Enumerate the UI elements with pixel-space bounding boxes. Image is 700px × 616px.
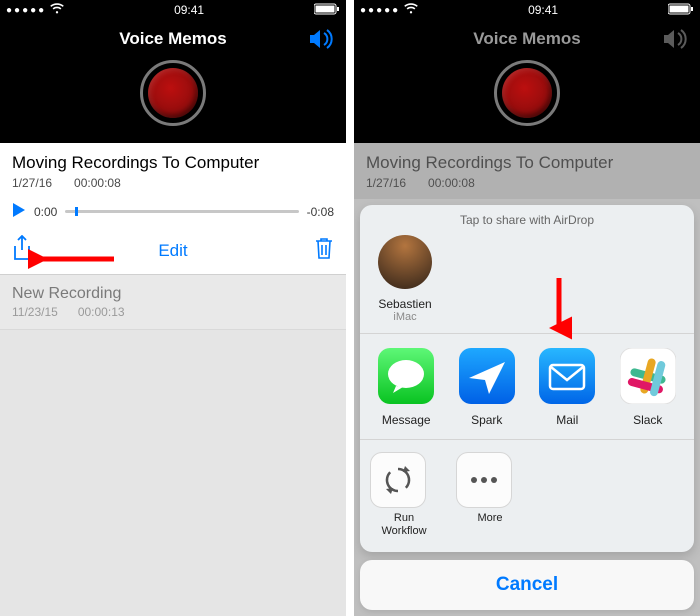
share-sheet: Tap to share with AirDrop Sebastien iMac xyxy=(360,205,694,610)
list-item-duration: 00:00:13 xyxy=(78,305,125,319)
share-app-mail[interactable]: Mail xyxy=(531,348,603,427)
mail-icon xyxy=(539,348,595,404)
contact-device: iMac xyxy=(372,311,438,323)
signal-dots-icon: ●●●●● xyxy=(6,5,46,16)
annotation-arrow-icon xyxy=(546,276,572,340)
action-run-workflow[interactable]: Run Workflow xyxy=(370,452,438,538)
app-header: Voice Memos xyxy=(354,20,700,58)
record-area xyxy=(354,58,700,143)
share-app-label: Slack xyxy=(612,413,684,427)
list-item[interactable]: New Recording 11/23/15 00:00:13 xyxy=(0,275,346,330)
contact-name: Sebastien xyxy=(372,297,438,311)
share-app-spark[interactable]: Spark xyxy=(451,348,523,427)
remaining-time-label: -0:08 xyxy=(307,205,334,219)
record-icon xyxy=(148,68,198,118)
share-app-label: Spark xyxy=(451,413,523,427)
battery-icon xyxy=(668,3,694,18)
signal-dots-icon: ●●●●● xyxy=(360,5,400,16)
airdrop-row: Sebastien iMac xyxy=(360,233,694,334)
wifi-icon xyxy=(404,3,418,17)
list-item-title: New Recording xyxy=(12,285,334,303)
status-bar: ●●●●● 09:41 xyxy=(0,0,346,20)
battery-icon xyxy=(314,3,340,18)
share-app-slack[interactable]: Slack xyxy=(612,348,684,427)
more-icon xyxy=(456,452,512,508)
record-button[interactable] xyxy=(140,60,206,126)
status-time: 09:41 xyxy=(174,3,204,17)
status-bar: ●●●●● 09:41 xyxy=(354,0,700,20)
current-recording-title: Moving Recordings To Computer xyxy=(12,153,334,173)
record-icon xyxy=(502,68,552,118)
share-app-messages[interactable]: Message xyxy=(370,348,442,427)
avatar xyxy=(378,235,432,289)
share-app-label: Mail xyxy=(531,413,603,427)
spark-icon xyxy=(459,348,515,404)
elapsed-time-label: 0:00 xyxy=(34,205,57,219)
share-actions-row: Run Workflow More xyxy=(360,440,694,552)
header-title: Voice Memos xyxy=(473,29,580,49)
share-app-label: Message xyxy=(370,413,442,427)
action-more[interactable]: More xyxy=(456,452,524,538)
action-label: More xyxy=(456,512,524,525)
edit-button[interactable]: Edit xyxy=(158,241,187,261)
scrubber[interactable] xyxy=(65,210,298,213)
list-item-date: 11/23/15 xyxy=(12,305,58,319)
airdrop-hint: Tap to share with AirDrop xyxy=(360,205,694,233)
player: 0:00 -0:08 xyxy=(12,202,334,221)
airdrop-contact[interactable]: Sebastien iMac xyxy=(372,235,438,323)
speaker-button xyxy=(662,28,688,55)
delete-button[interactable] xyxy=(314,236,334,265)
cancel-button[interactable]: Cancel xyxy=(360,560,694,610)
app-header: Voice Memos xyxy=(0,20,346,58)
record-button xyxy=(494,60,560,126)
record-area xyxy=(0,58,346,143)
share-apps-row: Message Spark xyxy=(360,334,694,440)
workflow-icon xyxy=(370,452,426,508)
current-recording-date: 1/27/16 xyxy=(12,176,52,190)
slack-icon xyxy=(620,348,676,404)
play-button[interactable] xyxy=(12,202,26,221)
wifi-icon xyxy=(50,3,64,17)
phone-right: ●●●●● 09:41 Voice Memos xyxy=(354,0,700,616)
current-recording-duration: 00:00:08 xyxy=(74,176,121,190)
annotation-arrow-icon xyxy=(28,246,118,272)
speaker-button[interactable] xyxy=(308,28,334,55)
action-label: Run Workflow xyxy=(370,512,438,538)
phone-left: ●●●●● 09:41 Voice Memos xyxy=(0,0,346,616)
status-time: 09:41 xyxy=(528,3,558,17)
header-title: Voice Memos xyxy=(119,29,226,49)
messages-icon xyxy=(378,348,434,404)
